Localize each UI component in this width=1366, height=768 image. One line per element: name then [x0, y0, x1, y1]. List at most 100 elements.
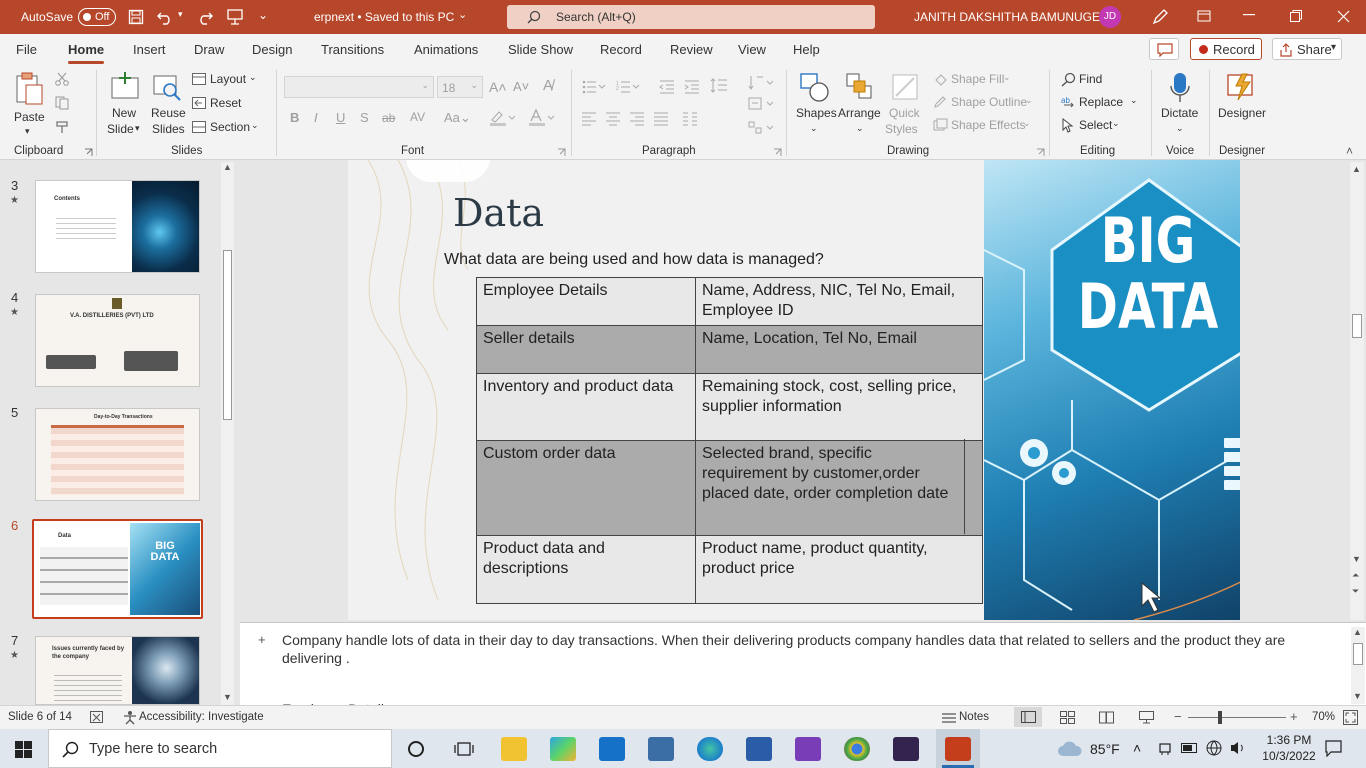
columns-icon[interactable] [682, 112, 698, 126]
clipboard-launcher-icon[interactable] [84, 148, 93, 157]
font-name-combo[interactable]: ⌄ [284, 76, 434, 98]
paragraph-launcher-icon[interactable] [773, 148, 782, 157]
tab-transitions[interactable]: Transitions [321, 42, 384, 57]
mail-icon[interactable] [599, 737, 625, 761]
reset-button[interactable]: Reset [191, 94, 267, 114]
reuse-slides-button[interactable]: Reuse Slides [148, 70, 188, 142]
scroll-down-icon[interactable]: ▼ [223, 692, 232, 702]
tab-help[interactable]: Help [793, 42, 820, 57]
table-cell-category[interactable]: Product data and descriptions [476, 535, 696, 604]
collapse-ribbon-icon[interactable]: ˄ [1346, 144, 1353, 158]
quick-styles-button[interactable]: Quick Styles [884, 70, 926, 142]
grow-font-icon[interactable]: A˄ [489, 79, 507, 95]
scroll-thumb[interactable] [1353, 643, 1363, 665]
thumbnail-slide-6-selected[interactable]: Data BIG DATA [32, 519, 203, 619]
weather-temperature[interactable]: 85°F [1090, 741, 1120, 757]
arrange-button[interactable]: Arrange ⌄ [838, 70, 882, 142]
chrome-icon[interactable] [844, 737, 870, 761]
slide-thumbnail-pane[interactable]: 3 ★ Contents 4 ★ V.A. DISTILLERIES (PVT)… [0, 160, 240, 705]
text-shadow-icon[interactable]: S [360, 110, 369, 125]
shape-fill-button[interactable]: Shape Fill ⌄ [932, 70, 1038, 90]
shape-outline-button[interactable]: Shape Outline ⌄ [932, 93, 1038, 113]
data-table[interactable]: Employee Details Name, Address, NIC, Tel… [476, 277, 983, 604]
slide-title[interactable]: Data [453, 191, 544, 235]
cut-icon[interactable] [55, 72, 69, 86]
table-row[interactable]: Inventory and product data Remaining sto… [476, 373, 983, 441]
scroll-down-icon[interactable]: ▼ [1352, 554, 1361, 564]
align-text-icon[interactable] [748, 96, 774, 112]
zoom-out-icon[interactable]: − [1174, 709, 1182, 724]
notifications-icon[interactable] [1325, 740, 1342, 757]
pen-icon[interactable] [1151, 8, 1169, 26]
next-slide-icon[interactable]: ⏷ [1352, 586, 1359, 597]
slide-canvas[interactable]: Data What data are being used and how da… [348, 160, 1240, 620]
table-cell-fields[interactable]: Product name, product quantity, product … [695, 535, 983, 604]
table-row[interactable]: Product data and descriptions Product na… [476, 535, 983, 604]
normal-view-button[interactable] [1014, 707, 1042, 727]
smartart-icon[interactable] [748, 120, 774, 136]
tab-file[interactable]: File [16, 42, 37, 57]
table-cell-category[interactable]: Seller details [476, 325, 696, 374]
numbering-icon[interactable]: 12 [616, 80, 640, 94]
notes-scrollbar[interactable]: ▲ ▼ [1351, 627, 1365, 704]
slide-sorter-icon[interactable] [1060, 711, 1075, 724]
tab-home[interactable]: Home [68, 42, 105, 64]
select-button[interactable]: Select ⌄ [1060, 116, 1140, 136]
italic-icon[interactable]: I [314, 110, 318, 125]
table-cell-category[interactable]: Inventory and product data [476, 373, 696, 441]
file-explorer-icon[interactable] [501, 737, 527, 761]
restore-icon[interactable] [1290, 10, 1302, 22]
clock-date[interactable]: 10/3/2022 [1260, 749, 1318, 763]
redo-icon[interactable] [196, 9, 214, 25]
volume-icon[interactable] [1230, 740, 1247, 756]
title-chevron-icon[interactable]: ⌄ [458, 8, 467, 21]
shapes-button[interactable]: Shapes ⌄ [794, 70, 837, 142]
bullets-icon[interactable] [582, 80, 606, 94]
slide-scrollbar[interactable]: ▲ ▼ ⏶ ⏷ [1350, 162, 1364, 620]
font-launcher-icon[interactable] [557, 148, 566, 157]
section-button[interactable]: Section ⌄ [191, 118, 267, 138]
visual-studio-icon[interactable] [795, 737, 821, 761]
tab-draw[interactable]: Draw [194, 42, 224, 57]
table-cell-fields[interactable]: Selected brand, specific requirement by … [695, 440, 983, 536]
increase-indent-icon[interactable] [684, 80, 700, 94]
notes-pane[interactable]: + Company handle lots of data in their d… [240, 622, 1366, 717]
scroll-up-icon[interactable]: ▲ [1353, 627, 1362, 637]
table-row[interactable]: Seller details Name, Location, Tel No, E… [476, 325, 983, 374]
share-button[interactable]: Share ▾ [1272, 38, 1342, 60]
battery-icon[interactable] [1181, 741, 1199, 755]
font-color-icon[interactable] [527, 109, 555, 127]
layout-button[interactable]: Layout ⌄ [191, 70, 267, 90]
slideshow-view-icon[interactable] [1139, 711, 1154, 724]
slide-subtitle[interactable]: What data are being used and how data is… [444, 251, 824, 269]
table-cell-fields[interactable]: Name, Location, Tel No, Email [695, 325, 983, 374]
taskbar-search-box[interactable]: Type here to search [48, 729, 392, 768]
undo-icon[interactable] [156, 9, 174, 25]
microsoft-store-icon[interactable] [550, 737, 576, 761]
present-icon[interactable] [226, 8, 244, 26]
customize-qat-icon[interactable]: ⌄ [258, 8, 268, 22]
font-size-combo[interactable]: 18 ⌄ [437, 76, 483, 98]
find-button[interactable]: Find [1060, 70, 1140, 90]
shrink-font-icon[interactable]: A˅ [513, 79, 529, 94]
bold-icon[interactable]: B [290, 110, 299, 125]
scroll-down-icon[interactable]: ▼ [1353, 691, 1362, 701]
terminal-icon[interactable] [893, 737, 919, 761]
table-row[interactable]: Employee Details Name, Address, NIC, Tel… [476, 277, 983, 326]
save-icon[interactable] [128, 9, 144, 25]
scroll-up-icon[interactable]: ▲ [223, 162, 232, 172]
scroll-thumb[interactable] [1352, 314, 1362, 338]
table-row[interactable]: Custom order data Selected brand, specif… [476, 440, 983, 536]
previous-slide-icon[interactable]: ⏶ [1352, 570, 1359, 581]
notes-toggle-label[interactable]: Notes [959, 711, 989, 723]
change-case-icon[interactable]: Aa⌄ [444, 110, 471, 126]
shape-effects-button[interactable]: Shape Effects ⌄ [932, 116, 1038, 136]
scroll-thumb[interactable] [223, 250, 232, 420]
fit-to-window-icon[interactable] [1343, 710, 1358, 725]
word-icon[interactable] [746, 737, 772, 761]
drawing-launcher-icon[interactable] [1036, 148, 1045, 157]
strikethrough-icon[interactable]: ab [382, 111, 395, 125]
meet-now-icon[interactable] [1158, 741, 1172, 757]
scroll-up-icon[interactable]: ▲ [1352, 164, 1361, 174]
user-name[interactable]: JANITH DAKSHITHA BAMUNUGE [914, 10, 1100, 24]
